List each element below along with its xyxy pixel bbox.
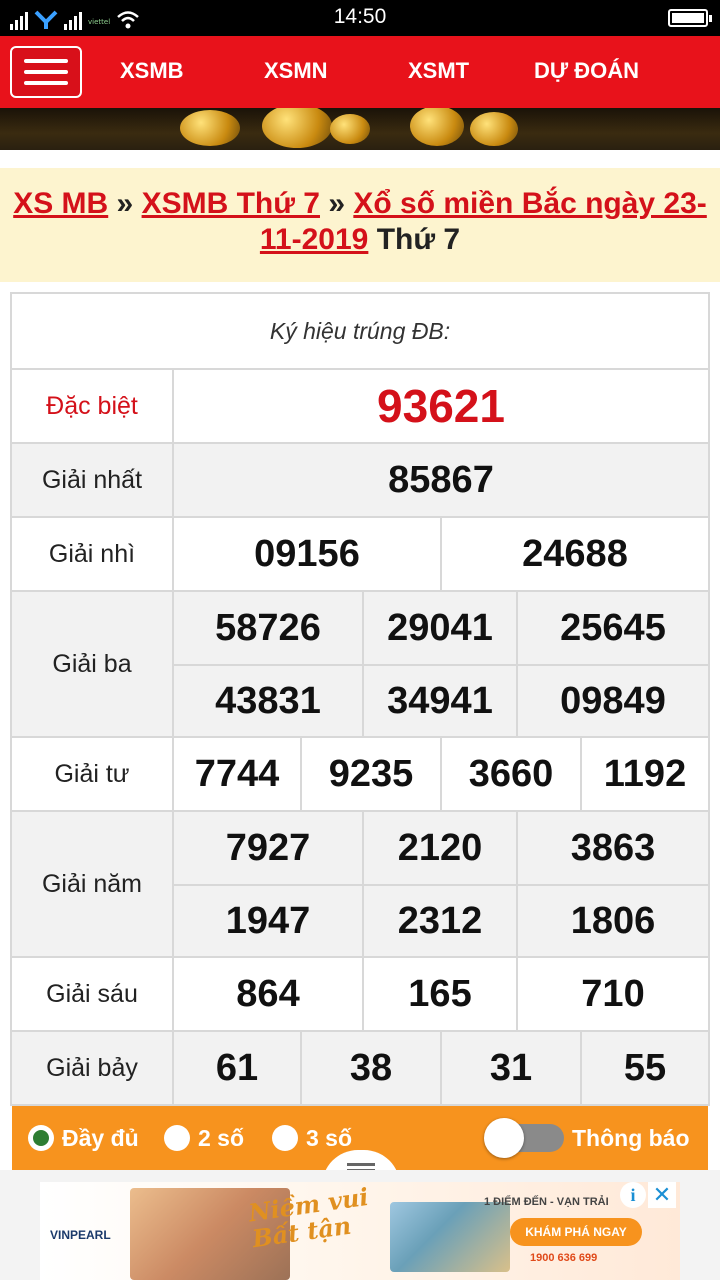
prize-number: 2312	[362, 886, 516, 956]
radio-button[interactable]	[164, 1125, 190, 1151]
nav-item-xsmb[interactable]: XSMB	[120, 36, 184, 108]
ad-banner[interactable]: VINPEARL Niềm vui Bất tận 1 ĐIỂM ĐẾN - V…	[40, 1182, 680, 1280]
prize-label: Giải nhì	[12, 518, 174, 590]
nav-item-xsmt[interactable]: XSMT	[408, 36, 469, 108]
prize-number: 31	[440, 1032, 580, 1104]
prize-number: 43831	[215, 679, 321, 722]
radio-button[interactable]	[272, 1125, 298, 1151]
prize-row-third: Giải ba 58726 29041 25645 43831 34941 09…	[12, 590, 708, 736]
prize-row-fifth: Giải năm 7927 2120 3863 1947 2312 1806	[12, 810, 708, 956]
prize-label: Giải tư	[12, 738, 174, 810]
ad-headline: 1 ĐIỂM ĐẾN - VẠN TRẢI	[484, 1196, 609, 1208]
top-nav: XSMB XSMN XSMT DỰ ĐOÁN	[0, 36, 720, 108]
prize-number: 24688	[440, 518, 708, 590]
prize-number: 9235	[300, 738, 440, 810]
prize-label: Giải nhất	[12, 444, 174, 516]
results-table: Ký hiệu trúng ĐB: Đặc biệt 93621 Giải nh…	[10, 292, 710, 1106]
prize-number: 1947	[225, 899, 311, 942]
ad-brand-logo: VINPEARL	[50, 1228, 111, 1242]
info-icon[interactable]: i	[620, 1182, 646, 1208]
breadcrumb-separator: »	[319, 187, 354, 220]
prize-label: Đặc biệt	[12, 370, 174, 442]
status-bar: viettel 14:50	[0, 0, 720, 36]
ad-area: VINPEARL Niềm vui Bất tận 1 ĐIỂM ĐẾN - V…	[0, 1170, 720, 1280]
breadcrumb-link-thu7[interactable]: XSMB Thứ 7	[142, 187, 320, 220]
status-time: 14:50	[333, 5, 387, 28]
prize-number: 25645	[516, 592, 708, 664]
prize-number: 55	[580, 1032, 708, 1104]
prize-number: 7744	[194, 752, 280, 795]
prize-row-fourth: Giải tư 7744 9235 3660 1192	[12, 736, 708, 810]
prize-number: 61	[215, 1046, 259, 1089]
prize-label: Giải năm	[12, 812, 174, 956]
option-label: Đầy đủ	[62, 1124, 139, 1151]
prize-label: Giải bảy	[12, 1032, 174, 1104]
prize-row-sixth: Giải sáu 864 165 710	[12, 956, 708, 1030]
hamburger-icon[interactable]	[10, 46, 82, 98]
prize-label: Giải ba	[12, 592, 174, 736]
prize-number: 710	[516, 958, 708, 1030]
prize-row-special: Đặc biệt 93621	[12, 368, 708, 442]
prize-label: Giải sáu	[12, 958, 174, 1030]
prize-number: 165	[362, 958, 516, 1030]
symbol-label: Ký hiệu trúng ĐB:	[269, 317, 451, 344]
prize-number: 1806	[516, 886, 708, 956]
prize-number: 85867	[388, 458, 494, 501]
option-label: 2 số	[198, 1124, 245, 1151]
prize-row-second: Giải nhì 09156 24688	[12, 516, 708, 590]
prize-number: 38	[300, 1032, 440, 1104]
option-full[interactable]: Đầy đủ	[28, 1106, 139, 1170]
symbol-row: Ký hiệu trúng ĐB:	[12, 294, 708, 368]
prize-number: 7927	[225, 826, 311, 869]
prize-number: 3660	[440, 738, 580, 810]
breadcrumb-current: Thứ 7	[368, 223, 461, 256]
close-icon[interactable]: ✕	[648, 1182, 676, 1208]
nav-item-du-doan[interactable]: DỰ ĐOÁN	[534, 36, 639, 108]
notification-toggle[interactable]	[484, 1118, 564, 1158]
ad-photo-collage	[390, 1202, 510, 1272]
prize-number: 1192	[580, 738, 708, 810]
header-banner-image	[0, 108, 720, 150]
breadcrumb-separator: »	[108, 187, 142, 220]
prize-number: 3863	[516, 812, 708, 884]
prize-number: 34941	[362, 666, 516, 736]
ad-phone: 1900 636 699	[530, 1252, 598, 1264]
prize-number: 864	[236, 972, 300, 1015]
prize-number: 29041	[362, 592, 516, 664]
prize-row-first: Giải nhất 85867	[12, 442, 708, 516]
breadcrumb-link-xsmb[interactable]: XS MB	[13, 187, 108, 220]
option-label: 3 số	[306, 1124, 353, 1151]
prize-number: 58726	[215, 606, 321, 649]
battery-icon	[668, 9, 712, 27]
prize-number: 2120	[362, 812, 516, 884]
breadcrumb: XS MB » XSMB Thứ 7 » Xổ số miền Bắc ngày…	[0, 168, 720, 282]
prize-number: 93621	[377, 380, 505, 432]
prize-row-seventh: Giải bảy 61 38 31 55	[12, 1030, 708, 1104]
option-2-digits[interactable]: 2 số	[164, 1106, 244, 1170]
notification-label: Thông báo	[572, 1125, 690, 1151]
prize-number: 09849	[516, 666, 708, 736]
nav-item-xsmn[interactable]: XSMN	[264, 36, 328, 108]
prize-number: 09156	[254, 532, 360, 575]
ad-cta-button[interactable]: KHÁM PHÁ NGAY	[510, 1218, 642, 1246]
radio-button[interactable]	[28, 1125, 54, 1151]
